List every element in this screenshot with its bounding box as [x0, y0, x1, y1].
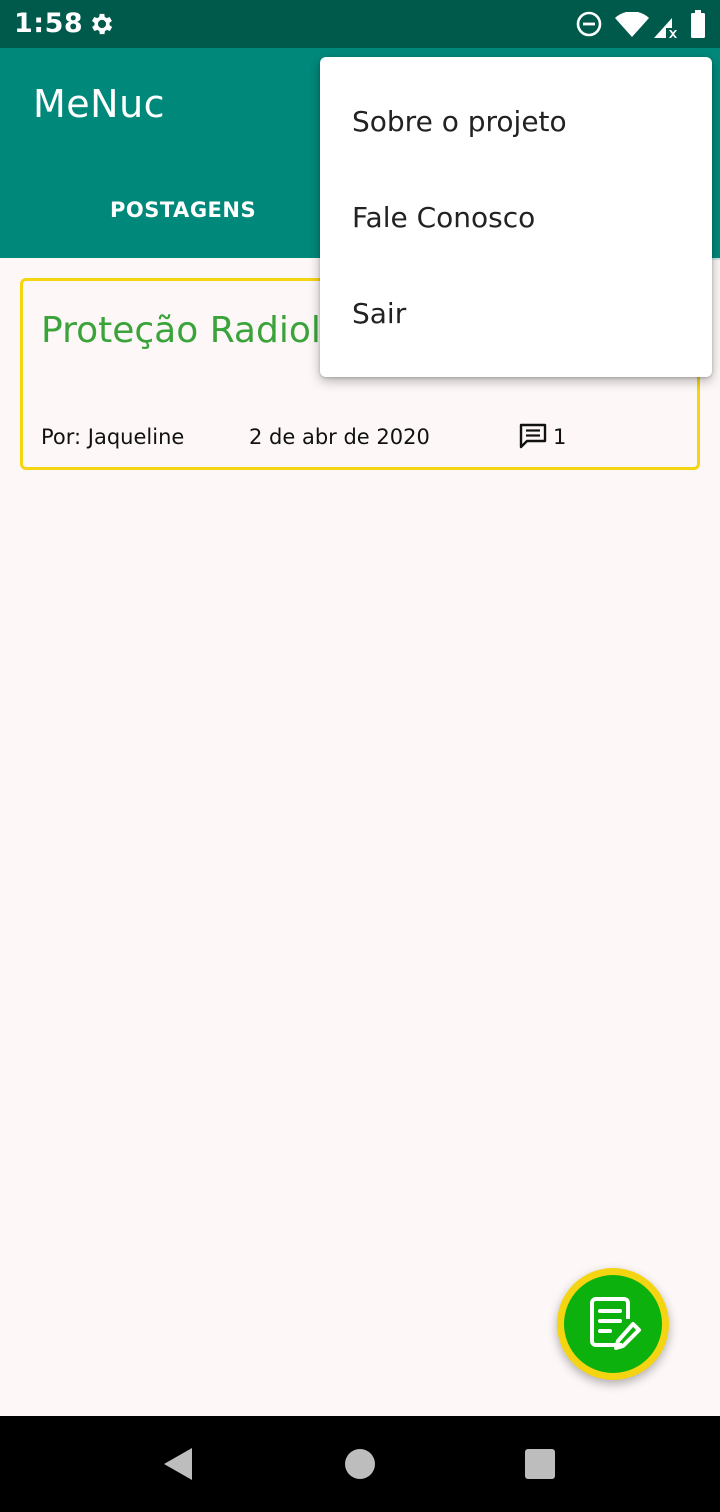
recents-icon[interactable]	[525, 1449, 555, 1479]
comment-count: 1	[553, 425, 567, 449]
tab-postagens[interactable]: POSTAGENS	[110, 198, 256, 222]
comment-icon	[519, 423, 547, 449]
overflow-menu: Sobre o projeto Fale Conosco Sair	[320, 57, 712, 377]
home-icon[interactable]	[345, 1449, 375, 1479]
status-bar: 1:58	[0, 0, 720, 48]
new-post-button-fill	[564, 1275, 662, 1373]
signal-no-data-icon	[654, 18, 677, 38]
menu-item-sobre-o-projeto[interactable]: Sobre o projeto	[320, 73, 712, 169]
new-post-button[interactable]	[557, 1268, 669, 1380]
gear-icon	[91, 13, 113, 35]
wifi-icon	[615, 12, 649, 37]
edit-document-icon	[590, 1297, 641, 1350]
menu-item-fale-conosco[interactable]: Fale Conosco	[320, 169, 712, 265]
battery-icon	[691, 10, 705, 38]
nav-bar	[0, 1416, 720, 1512]
app-title: MeNuc	[33, 82, 166, 126]
menu-item-sair[interactable]: Sair	[320, 265, 712, 361]
do-not-disturb-icon	[576, 11, 602, 37]
back-icon[interactable]	[162, 1446, 194, 1482]
post-date: 2 de abr de 2020	[249, 425, 430, 449]
post-author: Por: Jaqueline	[41, 425, 185, 449]
status-time: 1:58	[14, 8, 84, 39]
